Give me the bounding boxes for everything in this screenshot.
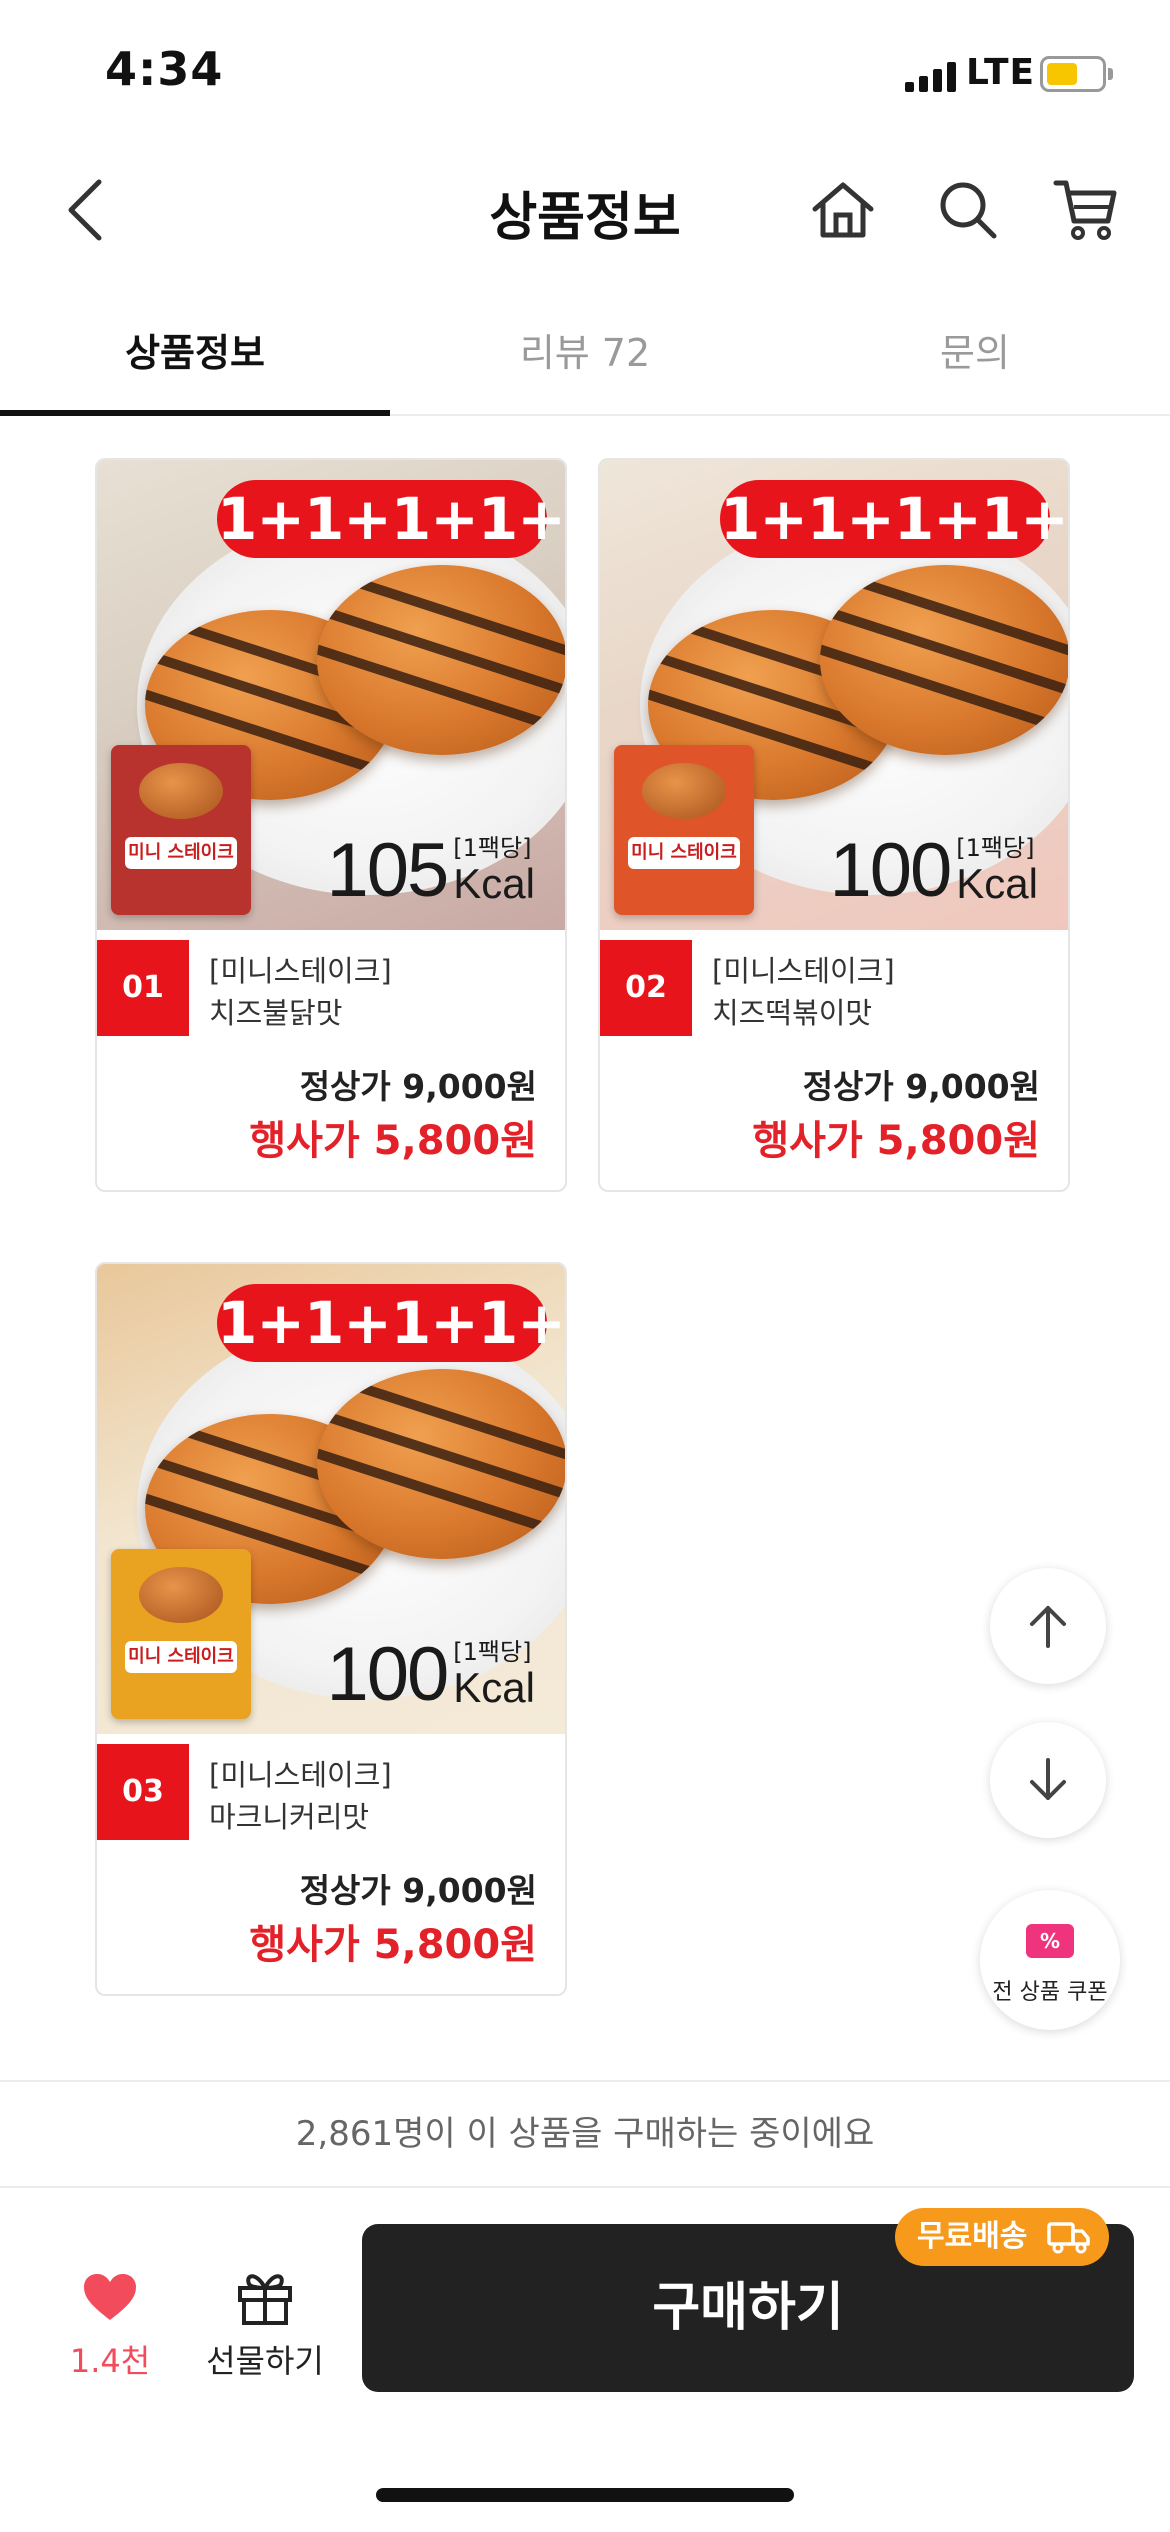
purchase-count-banner: 2,861명이 이 상품을 구매하는 중이에요 [0, 2080, 1170, 2188]
coupon-icon: % [1026, 1924, 1074, 1958]
package-label: 미니 스테이크 [125, 837, 237, 869]
kcal-value: 100 [829, 828, 952, 913]
kcal-info: 100 [1팩당] Kcal [326, 1632, 535, 1713]
product-image: 1+1+1+1+1 미니 스테이크 100 [1팩당] Kcal [97, 1264, 565, 1734]
network-label: LTE [966, 52, 1036, 93]
product-number: 02 [600, 940, 692, 1036]
coupon-label: 전 상품 쿠폰 [992, 1980, 1108, 2005]
chevron-left-icon [68, 179, 102, 241]
arrow-down-icon [1030, 1758, 1066, 1800]
product-number: 01 [97, 940, 189, 1036]
package-image: 미니 스테이크 [111, 745, 251, 915]
kcal-per-pack: [1팩당] [453, 1638, 532, 1666]
kcal-unit: Kcal [956, 860, 1038, 907]
kcal-value: 105 [326, 828, 449, 913]
kcal-info: 100 [1팩당] Kcal [829, 828, 1038, 909]
battery-tip [1108, 68, 1113, 80]
signal-icon [905, 60, 957, 92]
package-image: 미니 스테이크 [111, 1549, 251, 1719]
coupon-button[interactable]: % 전 상품 쿠폰 [980, 1890, 1120, 2030]
gift-button[interactable]: 선물하기 [190, 2258, 340, 2380]
tab-inquiry[interactable]: 문의 [780, 300, 1170, 414]
cart-button[interactable] [1043, 167, 1129, 253]
battery-icon [1040, 56, 1106, 92]
search-button[interactable] [925, 167, 1011, 253]
sale-price: 행사가 5,800원 [249, 1922, 537, 1968]
product-image: 1+1+1+1+1 미니 스테이크 100 [1팩당] Kcal [600, 460, 1068, 930]
kcal-unit: Kcal [453, 860, 535, 907]
product-card[interactable]: 1+1+1+1+1 미니 스테이크 100 [1팩당] Kcal 03 [미니스… [95, 1262, 567, 1996]
sale-price: 행사가 5,800원 [249, 1118, 537, 1164]
cart-icon [1053, 180, 1117, 240]
product-number: 03 [97, 1744, 189, 1840]
product-card[interactable]: 1+1+1+1+1 미니 스테이크 105 [1팩당] Kcal 01 [미니스… [95, 458, 567, 1192]
kcal-info: 105 [1팩당] Kcal [326, 828, 535, 909]
status-bar: 4:34 LTE [0, 0, 1170, 140]
free-shipping-label: 무료배송 [917, 2219, 1028, 2254]
scroll-bottom-button[interactable] [990, 1722, 1106, 1838]
kcal-unit: Kcal [453, 1664, 535, 1711]
promo-badge: 1+1+1+1+1 [720, 480, 1068, 558]
kcal-value: 100 [326, 1632, 449, 1717]
home-button[interactable] [800, 167, 886, 253]
sale-price: 행사가 5,800원 [752, 1118, 1040, 1164]
product-name: 치즈떡볶이맛 [712, 996, 873, 1030]
product-image: 1+1+1+1+1 미니 스테이크 105 [1팩당] Kcal [97, 460, 565, 930]
search-icon [940, 182, 997, 239]
package-label: 미니 스테이크 [628, 837, 740, 869]
scroll-top-button[interactable] [990, 1568, 1106, 1684]
product-category: [미니스테이크] [209, 1758, 392, 1792]
regular-price: 정상가 9,000원 [299, 1067, 537, 1106]
kcal-per-pack: [1팩당] [453, 834, 532, 862]
tab-product-info[interactable]: 상품정보 [0, 300, 390, 416]
status-time: 4:34 [105, 42, 224, 96]
package-image: 미니 스테이크 [614, 745, 754, 915]
regular-price: 정상가 9,000원 [802, 1067, 1040, 1106]
truck-icon [1047, 2222, 1090, 2254]
like-count: 1.4천 [69, 2342, 151, 2380]
home-icon [812, 182, 874, 238]
package-label: 미니 스테이크 [125, 1641, 237, 1673]
product-category: [미니스테이크] [209, 954, 392, 988]
promo-badge: 1+1+1+1+1 [217, 480, 565, 558]
free-shipping-badge: 무료배송 [895, 2208, 1109, 2266]
arrow-up-icon [1030, 1606, 1066, 1648]
gift-icon [238, 2274, 292, 2325]
product-category: [미니스테이크] [712, 954, 895, 988]
home-indicator[interactable] [376, 2488, 794, 2502]
like-button[interactable]: 1.4천 [50, 2258, 170, 2380]
product-name: 치즈불닭맛 [209, 996, 343, 1030]
heart-icon [84, 2274, 136, 2320]
kcal-per-pack: [1팩당] [956, 834, 1035, 862]
promo-badge: 1+1+1+1+1 [217, 1284, 565, 1362]
regular-price: 정상가 9,000원 [299, 1871, 537, 1910]
product-name: 마크니커리맛 [209, 1800, 370, 1834]
page-title: 상품정보 [489, 188, 681, 248]
top-header: 상품정보 [0, 140, 1170, 280]
product-card[interactable]: 1+1+1+1+1 미니 스테이크 100 [1팩당] Kcal 02 [미니스… [598, 458, 1070, 1192]
back-button[interactable] [40, 165, 130, 255]
tab-reviews[interactable]: 리뷰 72 [390, 300, 780, 414]
gift-label: 선물하기 [206, 2342, 324, 2380]
tab-bar: 상품정보 리뷰 72 문의 [0, 300, 1170, 416]
